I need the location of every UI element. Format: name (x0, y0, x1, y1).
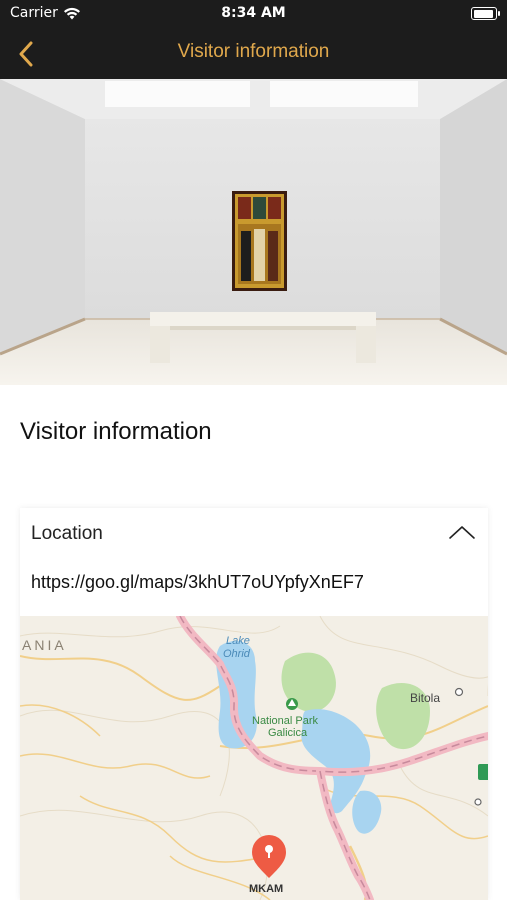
location-card: Location https://goo.gl/maps/3khUT7oUYpf… (20, 508, 488, 900)
chevron-up-icon[interactable] (448, 524, 476, 540)
map-label-city: Bitola (410, 691, 440, 705)
map-label-park-line2: Galicica (268, 727, 308, 739)
poi-dot (474, 798, 482, 806)
battery-fill (473, 9, 494, 18)
map-label-region: ANIA (22, 637, 67, 653)
location-link[interactable]: https://goo.gl/maps/3khUT7oUYpfyXnEF7 (31, 572, 364, 593)
park-icon (286, 698, 298, 710)
status-bar: Carrier 8:34 AM (0, 0, 507, 28)
hero-image (0, 79, 507, 385)
gallery-photo (0, 79, 507, 385)
map-label-lake-line1: Lake (226, 635, 250, 647)
map-label-park-line1: National Park (252, 715, 319, 727)
map-pin-icon[interactable] (252, 835, 286, 878)
location-card-header[interactable]: Location (20, 508, 488, 560)
nav-title: Visitor information (177, 41, 330, 62)
map-canvas: ANIA Lake Ohrid National Park Galicica B… (20, 612, 488, 900)
map-pin-label: MKAM (249, 883, 283, 895)
status-time: 8:34 AM (221, 5, 286, 21)
navigation-bar: Visitor information (0, 28, 507, 79)
city-dot (454, 687, 464, 697)
map-label-lake-line2: Ohrid (223, 648, 251, 660)
road-shield (478, 764, 488, 780)
location-map[interactable]: ANIA Lake Ohrid National Park Galicica B… (20, 612, 488, 900)
page-heading: Visitor information (20, 418, 212, 445)
location-title: Location (31, 523, 103, 544)
battery-icon (471, 7, 500, 20)
